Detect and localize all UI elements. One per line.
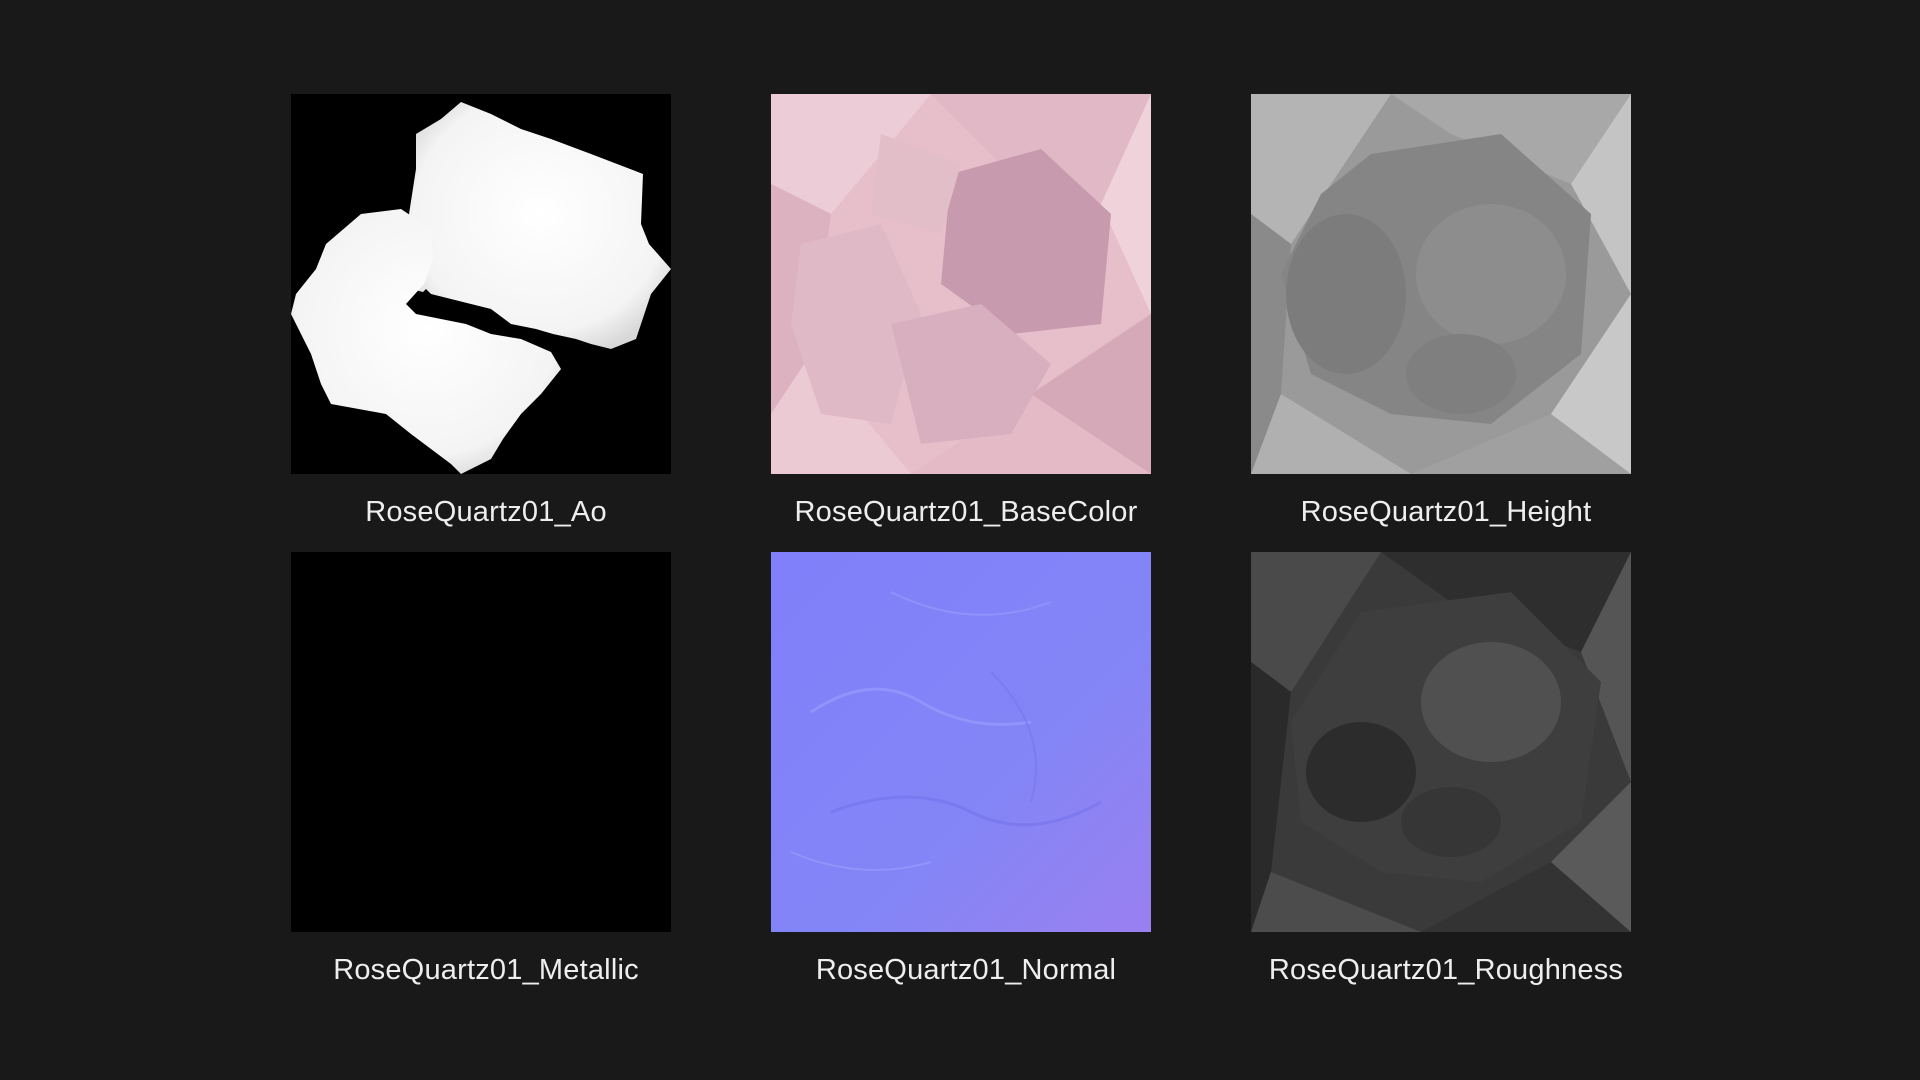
- thumbnail-label-normal[interactable]: RoseQuartz01_Normal: [726, 952, 1206, 988]
- thumbnail-basecolor[interactable]: [771, 94, 1151, 474]
- texture-thumbnail-grid: RoseQuartz01_Ao RoseQuartz01_BaseColor R…: [0, 0, 1920, 1080]
- metallic-map-image: [291, 552, 671, 932]
- thumbnail-label-ao[interactable]: RoseQuartz01_Ao: [246, 494, 726, 530]
- thumbnail-label-metallic[interactable]: RoseQuartz01_Metallic: [246, 952, 726, 988]
- normal-map-image: [771, 552, 1151, 932]
- thumbnail-metallic[interactable]: [291, 552, 671, 932]
- thumbnail-ao[interactable]: [291, 94, 671, 474]
- height-map-image: [1251, 94, 1631, 474]
- thumbnail-normal[interactable]: [771, 552, 1151, 932]
- thumbnail-label-roughness[interactable]: RoseQuartz01_Roughness: [1206, 952, 1686, 988]
- basecolor-map-image: [771, 94, 1151, 474]
- roughness-map-image: [1251, 552, 1631, 932]
- thumbnail-height[interactable]: [1251, 94, 1631, 474]
- thumbnail-label-height[interactable]: RoseQuartz01_Height: [1206, 494, 1686, 530]
- thumbnail-label-basecolor[interactable]: RoseQuartz01_BaseColor: [726, 494, 1206, 530]
- thumbnail-roughness[interactable]: [1251, 552, 1631, 932]
- ao-map-image: [291, 94, 671, 474]
